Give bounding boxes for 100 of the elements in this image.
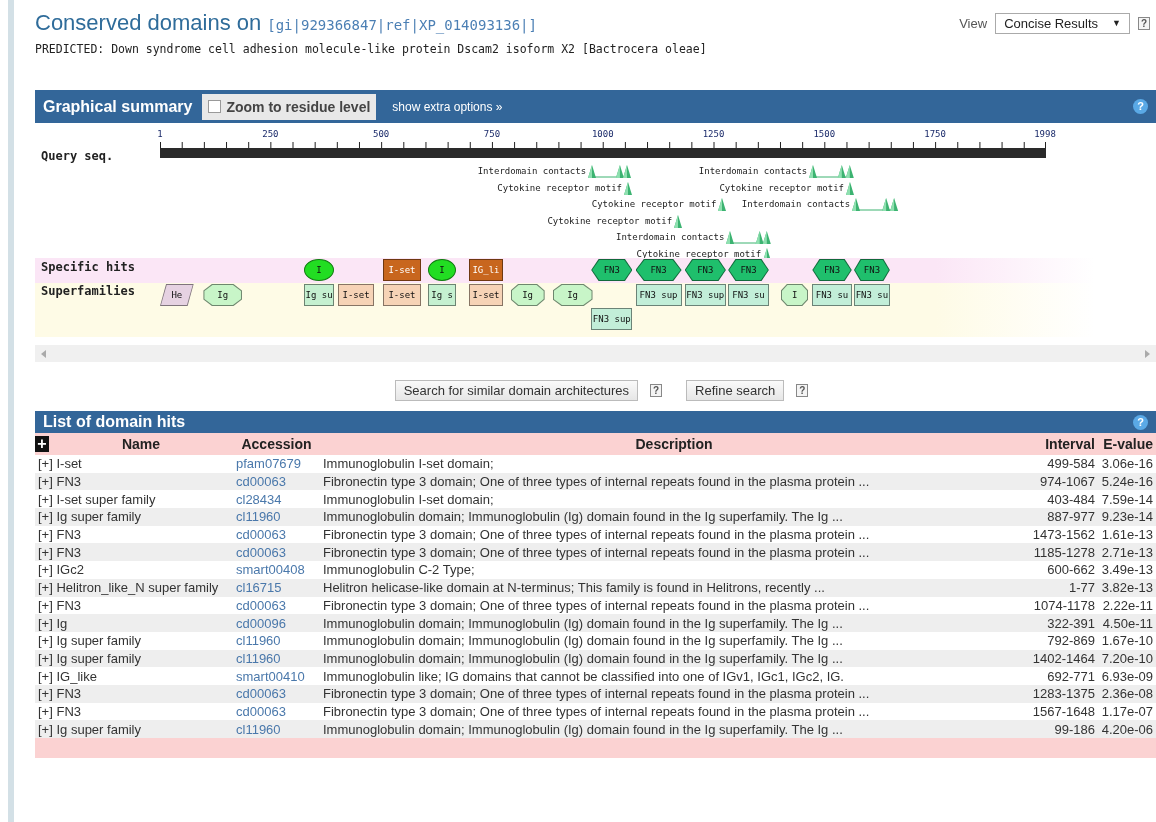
description-text: Immunoglobulin I-set domain; <box>323 456 494 472</box>
evalue-text: 2.22e-11 <box>1102 597 1153 613</box>
domain-hit[interactable]: IG_li <box>468 259 503 281</box>
help-button[interactable]: ? <box>650 384 663 397</box>
help-button[interactable]: ? <box>1138 16 1150 30</box>
accession-link[interactable]: cd00063 <box>236 703 286 719</box>
description-text: Fibronectin type 3 domain; One of three types of internal repeats found in the plasma protein ... <box>323 544 870 560</box>
domain-name: Ig super family <box>56 509 141 525</box>
evalue-text: 3.82e-13 <box>1101 580 1153 596</box>
accession-link[interactable]: smart00410 <box>236 668 305 684</box>
column-header[interactable]: Interval <box>1028 433 1098 455</box>
superfamily-block[interactable]: FN3 su <box>728 284 769 306</box>
superfamily-block[interactable]: Ig <box>203 284 242 306</box>
description-text: Helitron helicase-like domain at N-terminus; This family is found in Helitrons, recently ... <box>323 580 825 596</box>
expand-toggle[interactable]: [+] <box>38 650 53 666</box>
horizontal-scrollbar[interactable] <box>35 345 1156 362</box>
expand-toggle[interactable]: [+] <box>38 474 53 490</box>
expand-toggle[interactable]: [+] <box>38 615 53 631</box>
expand-all-button[interactable]: + <box>35 436 49 452</box>
interval-text: 1473-1562 <box>1032 527 1095 543</box>
superfamily-block[interactable]: I-set <box>382 284 421 306</box>
domain-name: FN3 <box>56 597 81 613</box>
expand-toggle[interactable]: [+] <box>38 633 53 649</box>
motif-label: Cytokine receptor motif <box>719 181 844 195</box>
evalue-text: 3.49e-13 <box>1101 562 1153 578</box>
interval-text: 974-1067 <box>1040 474 1095 490</box>
accession-link[interactable]: cl28434 <box>236 491 282 507</box>
interval-text: 322-391 <box>1047 615 1095 631</box>
description-text: Fibronectin type 3 domain; One of three types of internal repeats found in the plasma protein ... <box>323 686 870 702</box>
evalue-text: 1.67e-10 <box>1101 633 1153 649</box>
expand-toggle[interactable]: [+] <box>38 668 53 684</box>
site-markers-drawing <box>725 230 773 244</box>
track-label: Query seq. <box>41 149 114 163</box>
description-text: Immunoglobulin C-2 Type; <box>323 562 475 578</box>
superfamily-block[interactable]: FN3 sup <box>635 284 682 306</box>
superfamily-block[interactable]: FN3 su <box>812 284 852 306</box>
domain-hit[interactable]: I-set <box>382 259 421 281</box>
evalue-text: 2.36e-08 <box>1101 686 1153 702</box>
superfamily-block[interactable]: FN3 sup <box>591 308 633 330</box>
description-text: Immunoglobulin I-set domain; <box>323 491 494 507</box>
superfamily-block[interactable]: I-set <box>468 284 503 306</box>
column-header[interactable]: Name <box>49 436 233 452</box>
column-header[interactable]: E-value <box>1098 433 1156 455</box>
ruler-label: 1500 <box>813 129 836 139</box>
protein-description: PREDICTED: Down syndrome cell adhesion molecule-like protein Dscam2 isoform X2 [Bactrocera oleae] <box>35 42 708 56</box>
track-label: Superfamilies <box>41 284 135 298</box>
scroll-right-icon[interactable] <box>1145 349 1150 358</box>
expand-toggle[interactable]: [+] <box>38 686 53 702</box>
description-text: Immunoglobulin domain; Immunoglobulin (Ig) domain found in the Ig superfamily. The Ig ... <box>323 509 843 525</box>
accession-link[interactable]: pfam07679 <box>236 456 302 472</box>
view-select[interactable]: Concise Results ▼ <box>995 12 1130 34</box>
accession-link[interactable]: cl11960 <box>236 633 281 649</box>
expand-toggle[interactable]: [+] <box>38 491 53 507</box>
accession-link[interactable]: cd00063 <box>236 527 286 543</box>
domain-name: FN3 <box>56 474 81 490</box>
domain-name: IG_like <box>56 668 97 684</box>
motif-label: Cytokine receptor motif <box>636 247 762 261</box>
expand-toggle[interactable]: [+] <box>38 597 53 613</box>
action-button[interactable]: Refine search <box>686 380 785 401</box>
superfamily-block[interactable]: FN3 su <box>854 284 890 306</box>
ruler-label: 1000 <box>591 129 614 139</box>
interval-text: 600-662 <box>1047 562 1095 578</box>
expand-toggle[interactable]: [+] <box>38 456 53 472</box>
accession-link[interactable]: cd00063 <box>236 597 286 613</box>
column-header[interactable]: Description <box>320 433 1028 455</box>
expand-toggle[interactable]: [+] <box>38 703 53 719</box>
help-button[interactable]: ? <box>796 384 809 397</box>
superfamily-block[interactable]: FN3 sup <box>684 284 726 306</box>
ruler-label: 750 <box>483 129 501 139</box>
ruler-label: 1 <box>157 129 163 139</box>
superfamily-block[interactable]: Ig s <box>428 284 456 306</box>
evalue-text: 4.20e-06 <box>1101 721 1153 737</box>
section-title: Graphical summary <box>43 97 193 116</box>
evalue-text: 3.06e-16 <box>1101 456 1153 472</box>
accession-link[interactable]: smart00408 <box>236 562 305 578</box>
expand-toggle[interactable]: [+] <box>38 580 53 596</box>
superfamily-block[interactable]: Ig su <box>304 284 335 306</box>
column-header[interactable]: Accession <box>233 433 320 455</box>
superfamily-block[interactable]: I-set <box>338 284 375 306</box>
expand-toggle[interactable]: [+] <box>38 562 53 578</box>
zoom-checkbox[interactable]: Zoom to residue level <box>202 93 377 120</box>
action-button[interactable]: Search for similar domain architectures <box>394 380 639 401</box>
domain-name: Ig super family <box>56 650 141 666</box>
motif-label: Interdomain contacts <box>477 165 587 178</box>
ruler-label: 250 <box>262 129 279 139</box>
ruler-label: 1250 <box>702 129 725 139</box>
expand-toggle[interactable]: [+] <box>38 509 53 525</box>
domain-name: Ig super family <box>56 721 141 737</box>
expand-toggle[interactable]: [+] <box>38 544 53 560</box>
query-id-link[interactable]: [gi|929366847|ref|XP_014093136|] <box>267 17 537 33</box>
domain-name: FN3 <box>56 703 81 719</box>
scroll-left-icon[interactable] <box>41 349 46 358</box>
expand-toggle[interactable]: [+] <box>38 527 53 543</box>
interval-text: 1-77 <box>1068 580 1095 596</box>
description-text: Immunoglobulin domain; Immunoglobulin (Ig) domain found in the Ig superfamily. The Ig ... <box>323 615 843 631</box>
evalue-text: 1.61e-13 <box>1101 527 1153 543</box>
interval-text: 1283-1375 <box>1032 686 1095 702</box>
extra-options-link[interactable]: show extra options » <box>392 99 503 114</box>
expand-toggle[interactable]: [+] <box>38 721 53 737</box>
interval-text: 1185-1278 <box>1033 544 1095 560</box>
